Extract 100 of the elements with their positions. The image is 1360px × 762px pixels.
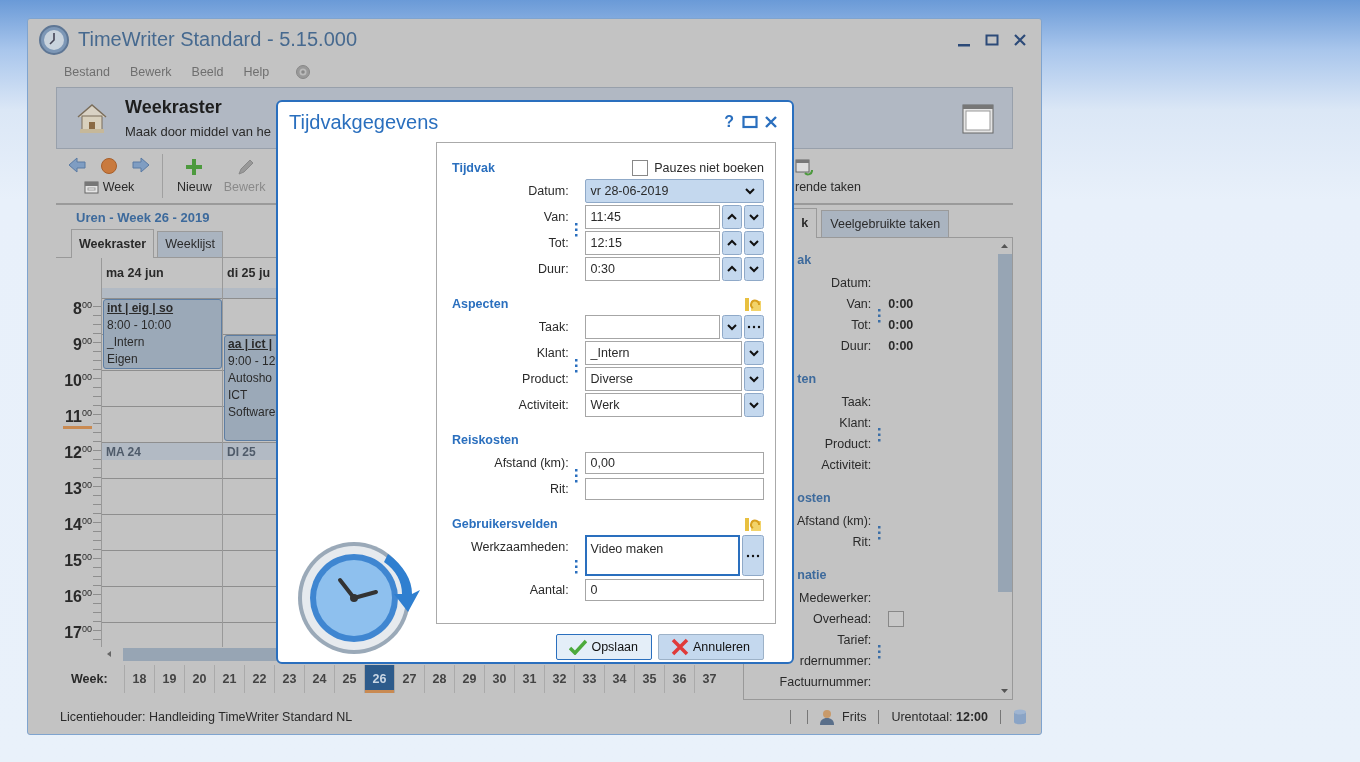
event-text: Software <box>228 403 277 421</box>
event-text: 9:00 - 12 <box>228 352 277 370</box>
time-field[interactable]: 12:15 <box>584 231 720 255</box>
scroll-down-icon <box>1000 686 1009 695</box>
section-heading: ak <box>797 251 812 269</box>
increment-button[interactable] <box>722 257 742 281</box>
browse-button[interactable] <box>744 315 764 339</box>
hours-total: Urentotaal: 12:00 <box>891 709 988 724</box>
field-label: Product: <box>824 437 872 452</box>
field-label: Rit: <box>852 535 872 550</box>
week-view-button[interactable]: Week <box>83 179 135 195</box>
tab[interactable]: Veelgebruikte taken <box>821 209 950 237</box>
field-label: Afstand (km): <box>494 456 569 470</box>
event-text: Eigen <box>107 350 139 368</box>
hour-label: 16$^{00}$ <box>64 587 92 606</box>
hour-label: 12$^{00}$ <box>64 443 92 462</box>
help-button[interactable]: ? <box>724 113 734 131</box>
scroll-up-icon <box>1000 241 1009 250</box>
section-heading: Reiskosten <box>452 433 519 447</box>
hour-label: 11$^{00}$ <box>63 407 92 429</box>
event-text: 8:00 - 10:00 <box>107 316 173 334</box>
day-header[interactable]: ma 24 jun <box>101 257 222 288</box>
today-icon[interactable] <box>100 157 118 176</box>
combo-field[interactable]: _Intern <box>584 341 742 365</box>
field-label: Tot: <box>548 236 569 250</box>
user-icon <box>820 708 835 725</box>
menu-item[interactable]: Help <box>243 64 270 79</box>
page-description: Maak door middel van he <box>125 123 271 139</box>
checkbox[interactable] <box>888 611 905 628</box>
week-number[interactable]: 21 <box>214 664 244 693</box>
field-label: Product: <box>522 372 569 386</box>
week-number[interactable]: 18 <box>124 664 154 693</box>
field-label: Klant: <box>839 416 872 431</box>
field-value: 0:00 <box>888 318 914 333</box>
license-text: Licentiehouder: Handleiding TimeWriter Standard NL <box>60 709 353 724</box>
field-value: 0:00 <box>888 339 914 354</box>
dropdown-button[interactable] <box>744 367 764 391</box>
dropdown-button[interactable] <box>744 341 764 365</box>
task-field[interactable] <box>584 315 720 339</box>
increment-button[interactable] <box>722 205 742 229</box>
menu-item[interactable]: Bewerk <box>129 64 172 79</box>
new-button[interactable]: Nieuw <box>175 157 214 195</box>
hour-label: 9$^{00}$ <box>73 335 92 354</box>
dropdown-button[interactable] <box>744 393 764 417</box>
tab[interactable]: Weeklijst <box>157 230 223 257</box>
hour-label: 15$^{00}$ <box>64 551 92 570</box>
pause-checkbox[interactable]: Pauzes niet boeken <box>632 160 764 176</box>
section-heading: Aspecten <box>452 297 509 311</box>
tab[interactable]: Weekraster <box>71 228 155 258</box>
week-number[interactable]: 22 <box>244 664 274 693</box>
recurring-tasks-button[interactable]: rende taken <box>795 157 1013 194</box>
calendar-icon <box>83 179 99 195</box>
maximize-icon[interactable] <box>742 115 758 129</box>
field-label: Datum: <box>528 184 569 198</box>
increment-button[interactable] <box>722 231 742 255</box>
field-label: Van: <box>543 210 569 224</box>
hour-label: 14$^{00}$ <box>64 515 92 534</box>
input-field[interactable]: 0 <box>584 579 764 601</box>
close-icon[interactable] <box>764 115 778 129</box>
section-heading: ten <box>797 370 817 388</box>
section-heading: Tijdvak <box>452 161 495 175</box>
week-number[interactable]: 26 <box>364 664 394 693</box>
input-field[interactable]: 0,00 <box>584 452 764 474</box>
calendar-icon <box>962 101 994 134</box>
field-label: Medewerker: <box>799 591 872 606</box>
week-number[interactable]: 20 <box>184 664 214 693</box>
hour-label: 17$^{00}$ <box>64 623 92 642</box>
field-label: Tarief: <box>837 633 872 648</box>
text-area[interactable]: Video maken <box>584 535 740 576</box>
field-label: Afstand (km): <box>796 514 872 529</box>
maximize-icon[interactable] <box>985 32 999 47</box>
hour-label: 8$^{00}$ <box>73 299 92 318</box>
field-label: Taak: <box>841 395 872 410</box>
day-band-label: MA 24 <box>102 442 222 460</box>
field-label: Datum: <box>831 276 872 291</box>
date-dropdown[interactable]: vr 28-06-2019 <box>584 179 764 203</box>
decrement-button[interactable] <box>744 231 764 255</box>
menu-item[interactable]: Bestand <box>64 64 110 79</box>
time-field[interactable]: 11:45 <box>584 205 720 229</box>
clock-icon <box>38 23 70 56</box>
close-icon[interactable] <box>1013 32 1027 47</box>
time-field[interactable]: 0:30 <box>584 257 720 281</box>
event-title: int | eig | so <box>107 299 175 317</box>
dropdown-button[interactable] <box>722 315 742 339</box>
field-label: Aantal: <box>529 583 569 597</box>
scroll-left-icon <box>105 650 113 659</box>
input-field[interactable] <box>584 478 764 500</box>
calendar-event[interactable]: int | eig | so 8:00 - 10:00 _Intern Eigen <box>103 298 222 369</box>
field-label: Overhead: <box>812 612 872 627</box>
combo-field[interactable]: Diverse <box>584 367 742 391</box>
field-label: rdernummer: <box>799 654 872 669</box>
decrement-button[interactable] <box>744 257 764 281</box>
week-number[interactable]: 19 <box>154 664 184 693</box>
decrement-button[interactable] <box>744 205 764 229</box>
field-label: Taak: <box>538 320 569 334</box>
save-button[interactable]: Opslaan <box>556 634 652 660</box>
dialog-title: Tijdvakgegevens <box>289 110 439 134</box>
combo-field[interactable]: Werk <box>584 393 742 417</box>
week-label: Week: <box>71 671 109 686</box>
cancel-button[interactable]: Annuleren <box>658 634 764 660</box>
